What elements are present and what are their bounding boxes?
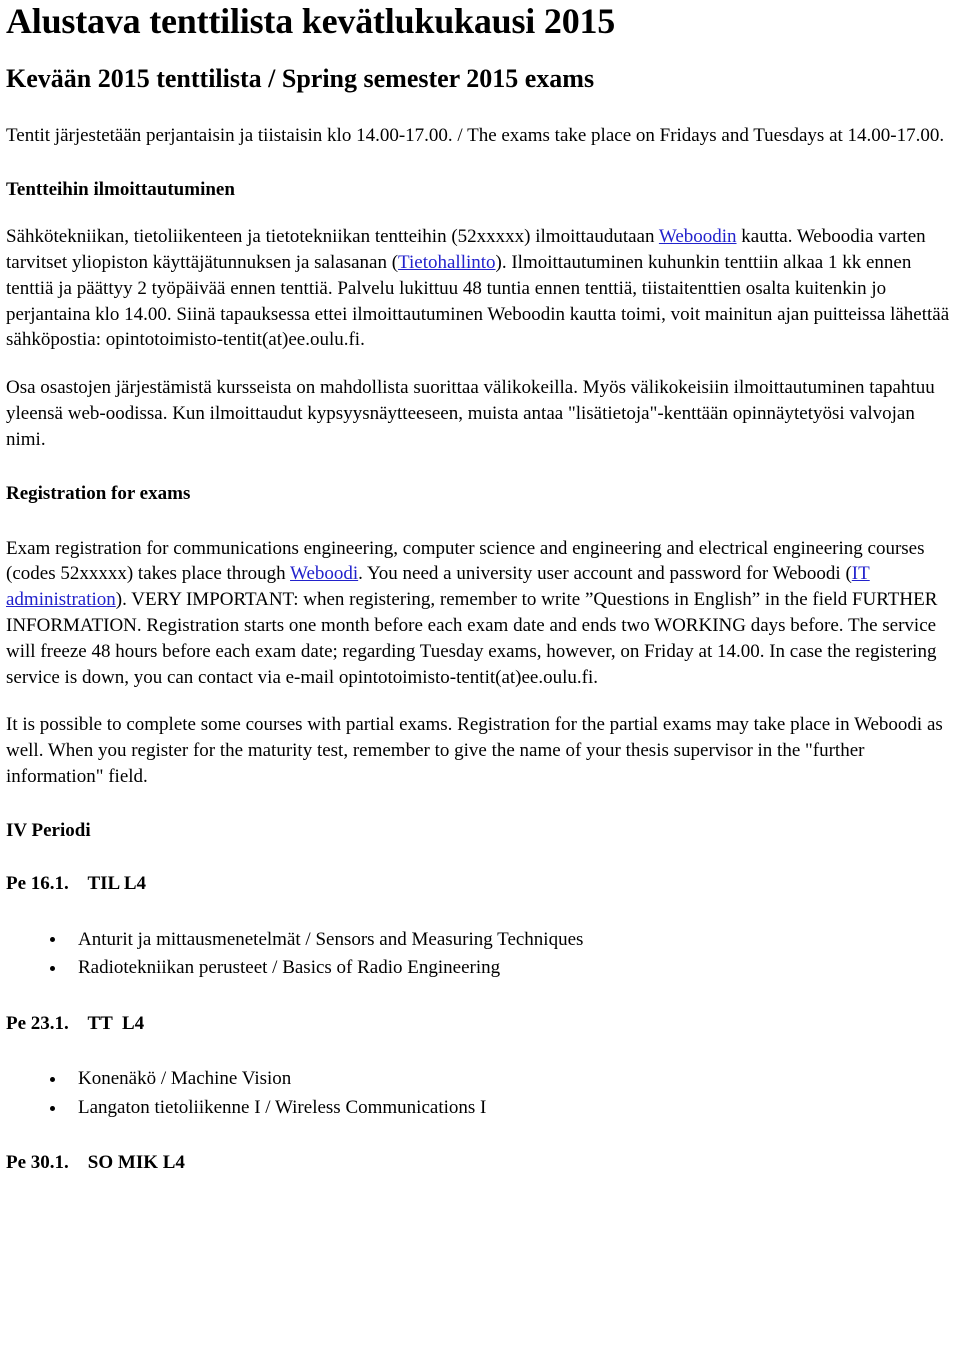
registration-fi-paragraph-2: Osa osastojen järjestämistä kursseista o… [6,377,935,450]
course-label: Konenäkö / Machine Vision [78,1068,292,1090]
bullet-icon [50,1105,55,1111]
section-heading-registration-fi: Tentteihin ilmoittautuminen [6,179,235,201]
document-page: Alustava tenttilista kevätlukukausi 2015… [0,0,960,1175]
paragraph-text-part: ). VERY IMPORTANT: when registering, rem… [6,589,938,688]
document-subtitle: Kevään 2015 tenttilista / Spring semeste… [6,63,595,93]
list-item: Anturit ja mittausmenetelmät / Sensors a… [6,926,950,955]
bullet-icon [50,1077,55,1083]
section-heading-registration-en: Registration for exams [6,482,191,504]
exam-date-heading: Pe 23.1. TT L4 [6,1012,145,1034]
registration-en-paragraph-2: It is possible to complete some courses … [6,714,943,788]
course-label: Radiotekniikan perusteet / Basics of Rad… [78,957,501,979]
course-list: Konenäkö / Machine Vision Langaton tieto… [6,1065,950,1122]
exam-date-heading: Pe 30.1. SO MIK L4 [6,1152,185,1174]
paragraph-text-part: . You need a university user account and… [358,563,852,585]
page-title: Alustava tenttilista kevätlukukausi 2015 [6,1,616,41]
list-item: Radiotekniikan perusteet / Basics of Rad… [6,954,950,983]
list-item: Konenäkö / Machine Vision [6,1065,950,1094]
list-item: Langaton tietoliikenne I / Wireless Comm… [6,1094,950,1123]
bullet-icon [50,965,55,971]
tietohallinto-link[interactable]: Tietohallinto [398,252,495,273]
course-label: Anturit ja mittausmenetelmät / Sensors a… [78,928,584,950]
course-list: Anturit ja mittausmenetelmät / Sensors a… [6,926,950,983]
registration-fi-paragraph-1: Sähkötekniikan, tietoliikenteen ja tieto… [6,224,950,353]
weboodi-link-en[interactable]: Weboodi [290,563,358,584]
exam-date-heading: Pe 16.1. TIL L4 [6,872,147,894]
course-label: Langaton tietoliikenne I / Wireless Comm… [78,1096,487,1118]
bullet-icon [50,937,55,943]
paragraph-text-part: Sähkötekniikan, tietoliikenteen ja tieto… [6,226,659,248]
intro-paragraph: Tentit järjestetään perjantaisin ja tiis… [6,125,945,147]
weboodi-link-fi[interactable]: Weboodin [659,226,737,247]
registration-en-paragraph-1: Exam registration for communications eng… [6,536,950,691]
exam-schedule-list: Pe 16.1. TIL L4 Anturit ja mittausmenete… [6,873,950,1175]
period-heading: IV Periodi [6,819,91,841]
